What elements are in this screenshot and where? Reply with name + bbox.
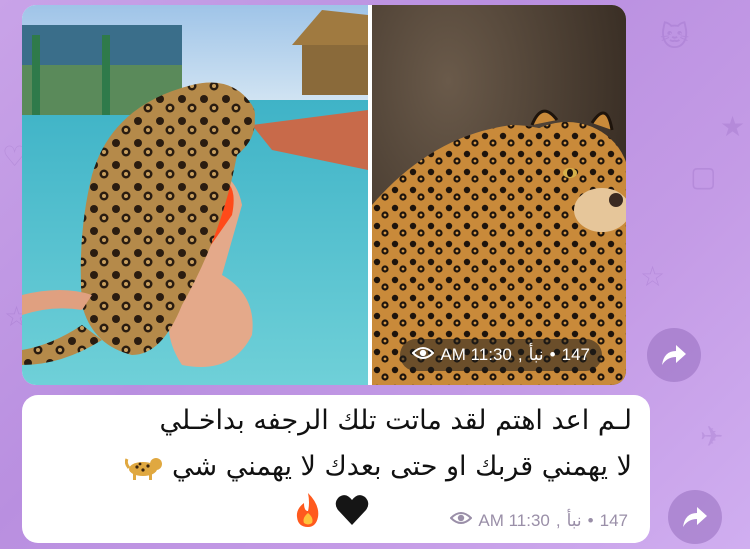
doodle-star-icon: ☆	[640, 260, 666, 293]
meta-separator: •	[549, 345, 556, 364]
share-icon	[683, 507, 707, 527]
view-count: 147	[599, 510, 628, 530]
message-comma: ,	[555, 510, 561, 530]
meta-separator: •	[587, 510, 594, 530]
message-text-line: لا يهمني قربك او حتى بعدك لا يهمني شي	[125, 451, 632, 482]
message-text-line: لـم اعد اهتم لقد ماتت تلك الرجفه بداخـلي	[159, 405, 633, 436]
share-button[interactable]	[668, 490, 722, 544]
text-meta-row: AM 11:30 , نبأ • 147	[450, 510, 628, 531]
media-message-bubble[interactable]: AM 11:30 , نبأ • 147	[22, 5, 626, 385]
view-count: 147	[561, 345, 590, 364]
doodle-frame-icon: ▢	[690, 160, 717, 193]
media-meta-pill: AM 11:30 , نبأ • 147	[400, 339, 602, 371]
message-comma: ,	[517, 345, 523, 364]
share-button[interactable]	[647, 328, 701, 382]
eye-icon	[450, 510, 473, 531]
message-author: نبأ	[528, 345, 544, 364]
share-icon	[662, 345, 686, 365]
message-author: نبأ	[566, 510, 582, 530]
black-heart-icon[interactable]	[334, 491, 370, 533]
text-message-bubble[interactable]: لـم اعد اهتم لقد ماتت تلك الرجفه بداخـلي…	[22, 395, 650, 543]
doodle-star-icon: ★	[720, 110, 746, 143]
doodle-plane-icon: ✈	[700, 420, 724, 453]
jaguar-hug-photo[interactable]	[22, 5, 368, 385]
leopard-icon	[125, 451, 163, 482]
fire-icon[interactable]	[290, 491, 326, 533]
eye-icon	[412, 345, 435, 366]
doodle-cat-icon: 🐱	[660, 20, 690, 53]
leopard-portrait-photo[interactable]	[372, 5, 626, 385]
message-time: AM 11:30	[478, 510, 550, 530]
message-time: AM 11:30	[440, 345, 512, 364]
reactions-row[interactable]	[290, 491, 370, 533]
message-text-line-content: لا يهمني قربك او حتى بعدك لا يهمني شي	[172, 451, 632, 482]
